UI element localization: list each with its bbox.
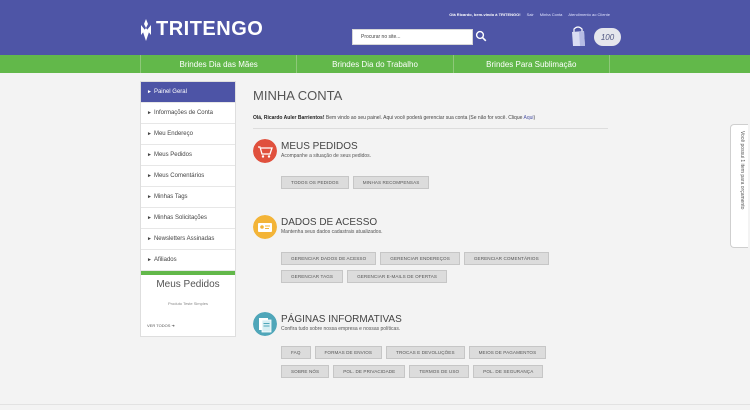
returns-button[interactable]: TROCAS E DEVOLUÇÕES [386, 346, 465, 359]
about-us-button[interactable]: SOBRE NÓS [281, 365, 330, 378]
logo-mark-icon [141, 18, 151, 41]
section-title: DADOS DE ACESSO [281, 217, 378, 228]
arrow-right-icon: ► [147, 89, 152, 95]
sidebar-item-meus-pedidos[interactable]: ► Meus Pedidos [141, 145, 235, 166]
category-nav: Brindes Dia das Mães Brindes Dia do Trab… [0, 55, 750, 73]
arrow-right-icon: ► [147, 173, 152, 179]
manage-addresses-button[interactable]: GERENCIAR ENDEREÇOS [380, 252, 460, 265]
payment-methods-button[interactable]: MEIOS DE PAGAMENTOS [468, 346, 547, 359]
divider [253, 128, 608, 129]
search-input[interactable]: Procurar no site... [352, 29, 473, 45]
privacy-policy-button[interactable]: POL. DE PRIVACIDADE [333, 365, 406, 378]
section-subtitle: Acompanhe a situação de seus pedidos. [281, 153, 372, 159]
account-main: MINHA CONTA Olá, Ricardo Auler Barriento… [253, 88, 608, 378]
arrow-right-icon: ► [147, 110, 152, 116]
shipping-methods-button[interactable]: FORMAS DE ENVIOS [314, 346, 383, 359]
sidebar-item-painel-geral[interactable]: ► Painel Geral [141, 82, 235, 103]
top-links: Olá Ricardo, bem-vindo à TRITENGO! Sair … [449, 12, 610, 17]
id-card-icon [253, 215, 277, 239]
nav-item-dia-do-trabalho[interactable]: Brindes Dia do Trabalho [296, 55, 452, 73]
sidebar-item-minhas-solicitacoes[interactable]: ► Minhas Solicitações [141, 208, 235, 229]
manage-offer-emails-button[interactable]: GERENCIAR E-MAILS DE OFERTAS [347, 270, 448, 283]
arrow-right-icon: ► [147, 257, 152, 263]
sidebar-item-meus-comentarios[interactable]: ► Meus Comentários [141, 166, 235, 187]
quote-side-tab[interactable]: Você possui 1 item para orçamento [730, 124, 748, 248]
logo-text: TRITENGO [156, 18, 264, 40]
sidebar-item-minhas-tags[interactable]: ► Minhas Tags [141, 187, 235, 208]
nav-item-sublimacao[interactable]: Brindes Para Sublimação [452, 55, 610, 73]
shopping-bag-icon[interactable] [569, 25, 587, 47]
all-orders-button[interactable]: TODOS OS PEDIDOS [281, 176, 349, 189]
section-meus-pedidos: MEUS PEDIDOS Acompanhe a situação de seu… [253, 139, 608, 189]
manage-comments-button[interactable]: GERENCIAR COMENTÁRIOS [463, 252, 549, 265]
sidebar-item-newsletters[interactable]: ► Newsletters Assinadas [141, 229, 235, 250]
nav-item-dia-das-maes[interactable]: Brindes Dia das Mães [140, 55, 296, 73]
see-all-link[interactable]: VER TODOS ➜ [141, 313, 235, 336]
logout-link[interactable]: Sair [527, 12, 534, 17]
terms-of-use-button[interactable]: TERMOS DE USO [409, 365, 470, 378]
manage-tags-button[interactable]: GERENCIAR TAGS [281, 270, 344, 283]
section-subtitle: Mantenha seus dados cadastrais atualizad… [281, 229, 383, 235]
sidebar-item-meu-endereco[interactable]: ► Meu Endereço [141, 124, 235, 145]
not-you-link[interactable]: Aqui [524, 115, 534, 121]
arrow-right-icon: ► [147, 236, 152, 242]
sidebar-orders-title: Meus Pedidos [156, 279, 220, 290]
customer-service-link[interactable]: Atendimento ao Cliente [568, 12, 610, 17]
my-rewards-button[interactable]: MINHAS RECOMPENSAS [352, 176, 430, 189]
footer-divider [0, 404, 750, 405]
manage-access-data-button[interactable]: GERENCIAR DADOS DE ACESSO [281, 252, 377, 265]
my-account-link[interactable]: Minha Conta [540, 12, 563, 17]
site-logo[interactable]: TRITENGO [140, 18, 263, 41]
welcome-text: Olá, Ricardo Auler Barrientos! Bem vindo… [253, 115, 536, 121]
arrow-right-icon: ► [147, 131, 152, 137]
search-icon[interactable] [475, 30, 487, 42]
cart-count-badge[interactable]: 100 [594, 28, 621, 46]
greeting-text: Olá Ricardo, bem-vindo à TRITENGO! [449, 12, 521, 17]
document-icon [253, 312, 277, 336]
arrow-right-icon: ► [147, 194, 152, 200]
arrow-right-icon: ➜ [171, 323, 175, 328]
section-title: PÁGINAS INFORMATIVAS [281, 314, 402, 325]
section-paginas-informativas: PÁGINAS INFORMATIVAS Confira tudo sobre … [253, 312, 608, 378]
section-subtitle: Confira tudo sobre nossa empresa e nossa… [281, 326, 401, 332]
account-sidebar: ► Painel Geral ► Informações de Conta ► Meu… [140, 81, 236, 337]
sidebar-item-informacoes-de-conta[interactable]: ► Informações de Conta [141, 103, 235, 124]
section-title: MEUS PEDIDOS [281, 141, 358, 152]
arrow-right-icon: ► [147, 152, 152, 158]
site-header: Olá Ricardo, bem-vindo à TRITENGO! Sair … [0, 0, 750, 55]
quote-side-tab-label: Você possui 1 item para orçamento [739, 131, 745, 210]
arrow-right-icon: ► [147, 215, 152, 221]
sidebar-product-link[interactable]: Produto Teste Simples [141, 295, 235, 313]
page-title: MINHA CONTA [253, 88, 343, 103]
sidebar-item-afiliados[interactable]: ► Afiliados [141, 250, 235, 271]
section-dados-de-acesso: DADOS DE ACESSO Mantenha seus dados cada… [253, 215, 608, 283]
faq-button[interactable]: FAQ [281, 346, 311, 359]
cart-icon [253, 139, 277, 163]
security-policy-button[interactable]: POL. DE SEGURANÇA [473, 365, 544, 378]
